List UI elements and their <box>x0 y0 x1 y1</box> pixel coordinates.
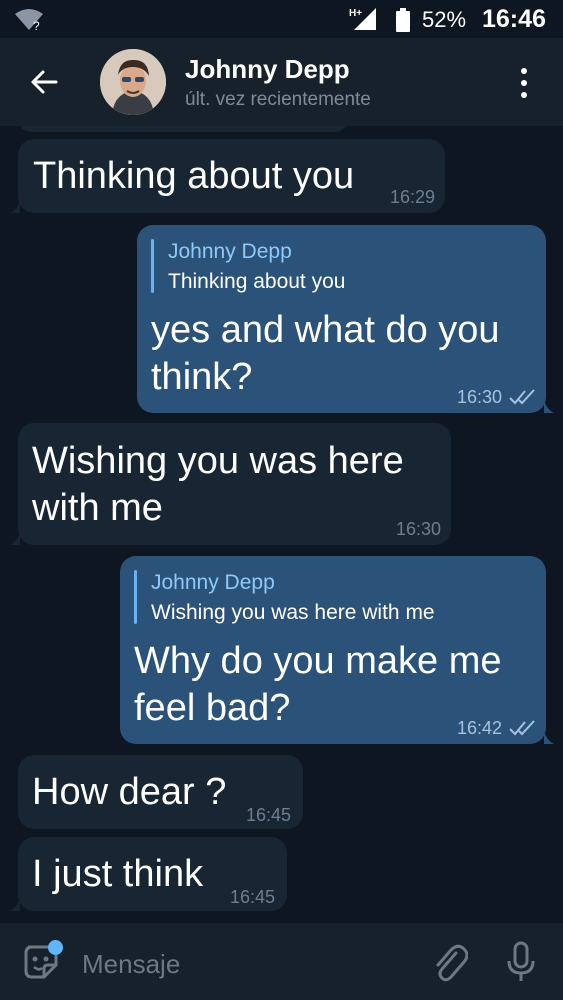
message-bubble-incoming[interactable]: Wishing you was here with me 16:30 <box>10 423 451 545</box>
last-seen-status: últ. vez recientemente <box>185 89 371 110</box>
wifi-unknown-icon: ? <box>15 9 43 32</box>
message-bubble-incoming[interactable]: How dear ? 16:45 <box>18 755 303 829</box>
message-text-line: feel bad? <box>134 687 291 729</box>
double-check-icon <box>509 389 535 405</box>
message-bubble-incoming[interactable]: Thinking about you 16:29 <box>10 139 445 213</box>
message-time: 16:29 <box>390 187 436 207</box>
message-time: 16:45 <box>230 887 276 907</box>
svg-text:?: ? <box>33 19 40 32</box>
message-text-line: with me <box>32 487 163 529</box>
message-bubble-partial <box>18 126 348 132</box>
message-bubble-outgoing[interactable]: Johnny Depp Wishing you was here with me… <box>120 556 554 744</box>
chat-messages[interactable]: Thinking about you 16:29 Johnny Depp Thi… <box>0 126 563 923</box>
message-time: 16:45 <box>246 805 292 825</box>
message-text-line: Wishing you was here <box>32 440 404 482</box>
reply-quote-bar <box>151 239 154 293</box>
message-text-line: Why do you make me <box>134 640 502 682</box>
notification-dot <box>48 940 63 955</box>
more-options-icon[interactable] <box>512 66 536 100</box>
message-input[interactable]: Mensaje <box>82 949 180 980</box>
signal-icon: H+ <box>349 8 376 30</box>
avatar[interactable] <box>100 49 166 115</box>
battery-percent: 52% <box>422 7 467 32</box>
message-text: How dear ? <box>32 771 227 813</box>
message-text-line: yes and what do you <box>151 309 500 351</box>
message-bubble-incoming[interactable]: I just think 16:45 <box>10 837 287 911</box>
contact-name[interactable]: Johnny Depp <box>185 54 350 85</box>
reply-author[interactable]: Johnny Depp <box>168 240 292 264</box>
double-check-icon <box>509 720 535 736</box>
reply-author[interactable]: Johnny Depp <box>151 571 275 595</box>
message-text: I just think <box>32 853 204 895</box>
clock: 16:46 <box>482 5 546 33</box>
message-text-line: think? <box>151 356 253 398</box>
status-bar: ? H+ 52% 16:46 <box>0 0 563 38</box>
message-time: 16:42 <box>457 718 503 738</box>
network-type: H+ <box>349 8 362 19</box>
message-time: 16:30 <box>457 387 503 407</box>
message-time: 16:30 <box>396 519 442 539</box>
reply-quoted-text[interactable]: Wishing you was here with me <box>151 601 435 625</box>
battery-icon <box>396 8 410 32</box>
microphone-icon[interactable] <box>505 941 537 983</box>
paperclip-icon[interactable] <box>432 943 468 983</box>
message-input-bar: Mensaje <box>0 923 563 1000</box>
reply-quote-bar <box>134 570 137 624</box>
message-bubble-outgoing[interactable]: Johnny Depp Thinking about you yes and w… <box>137 225 554 413</box>
message-text: Thinking about you <box>33 155 355 197</box>
reply-quoted-text[interactable]: Thinking about you <box>168 270 345 294</box>
back-arrow-icon[interactable] <box>26 64 62 100</box>
chat-header: Johnny Depp últ. vez recientemente <box>0 38 563 126</box>
